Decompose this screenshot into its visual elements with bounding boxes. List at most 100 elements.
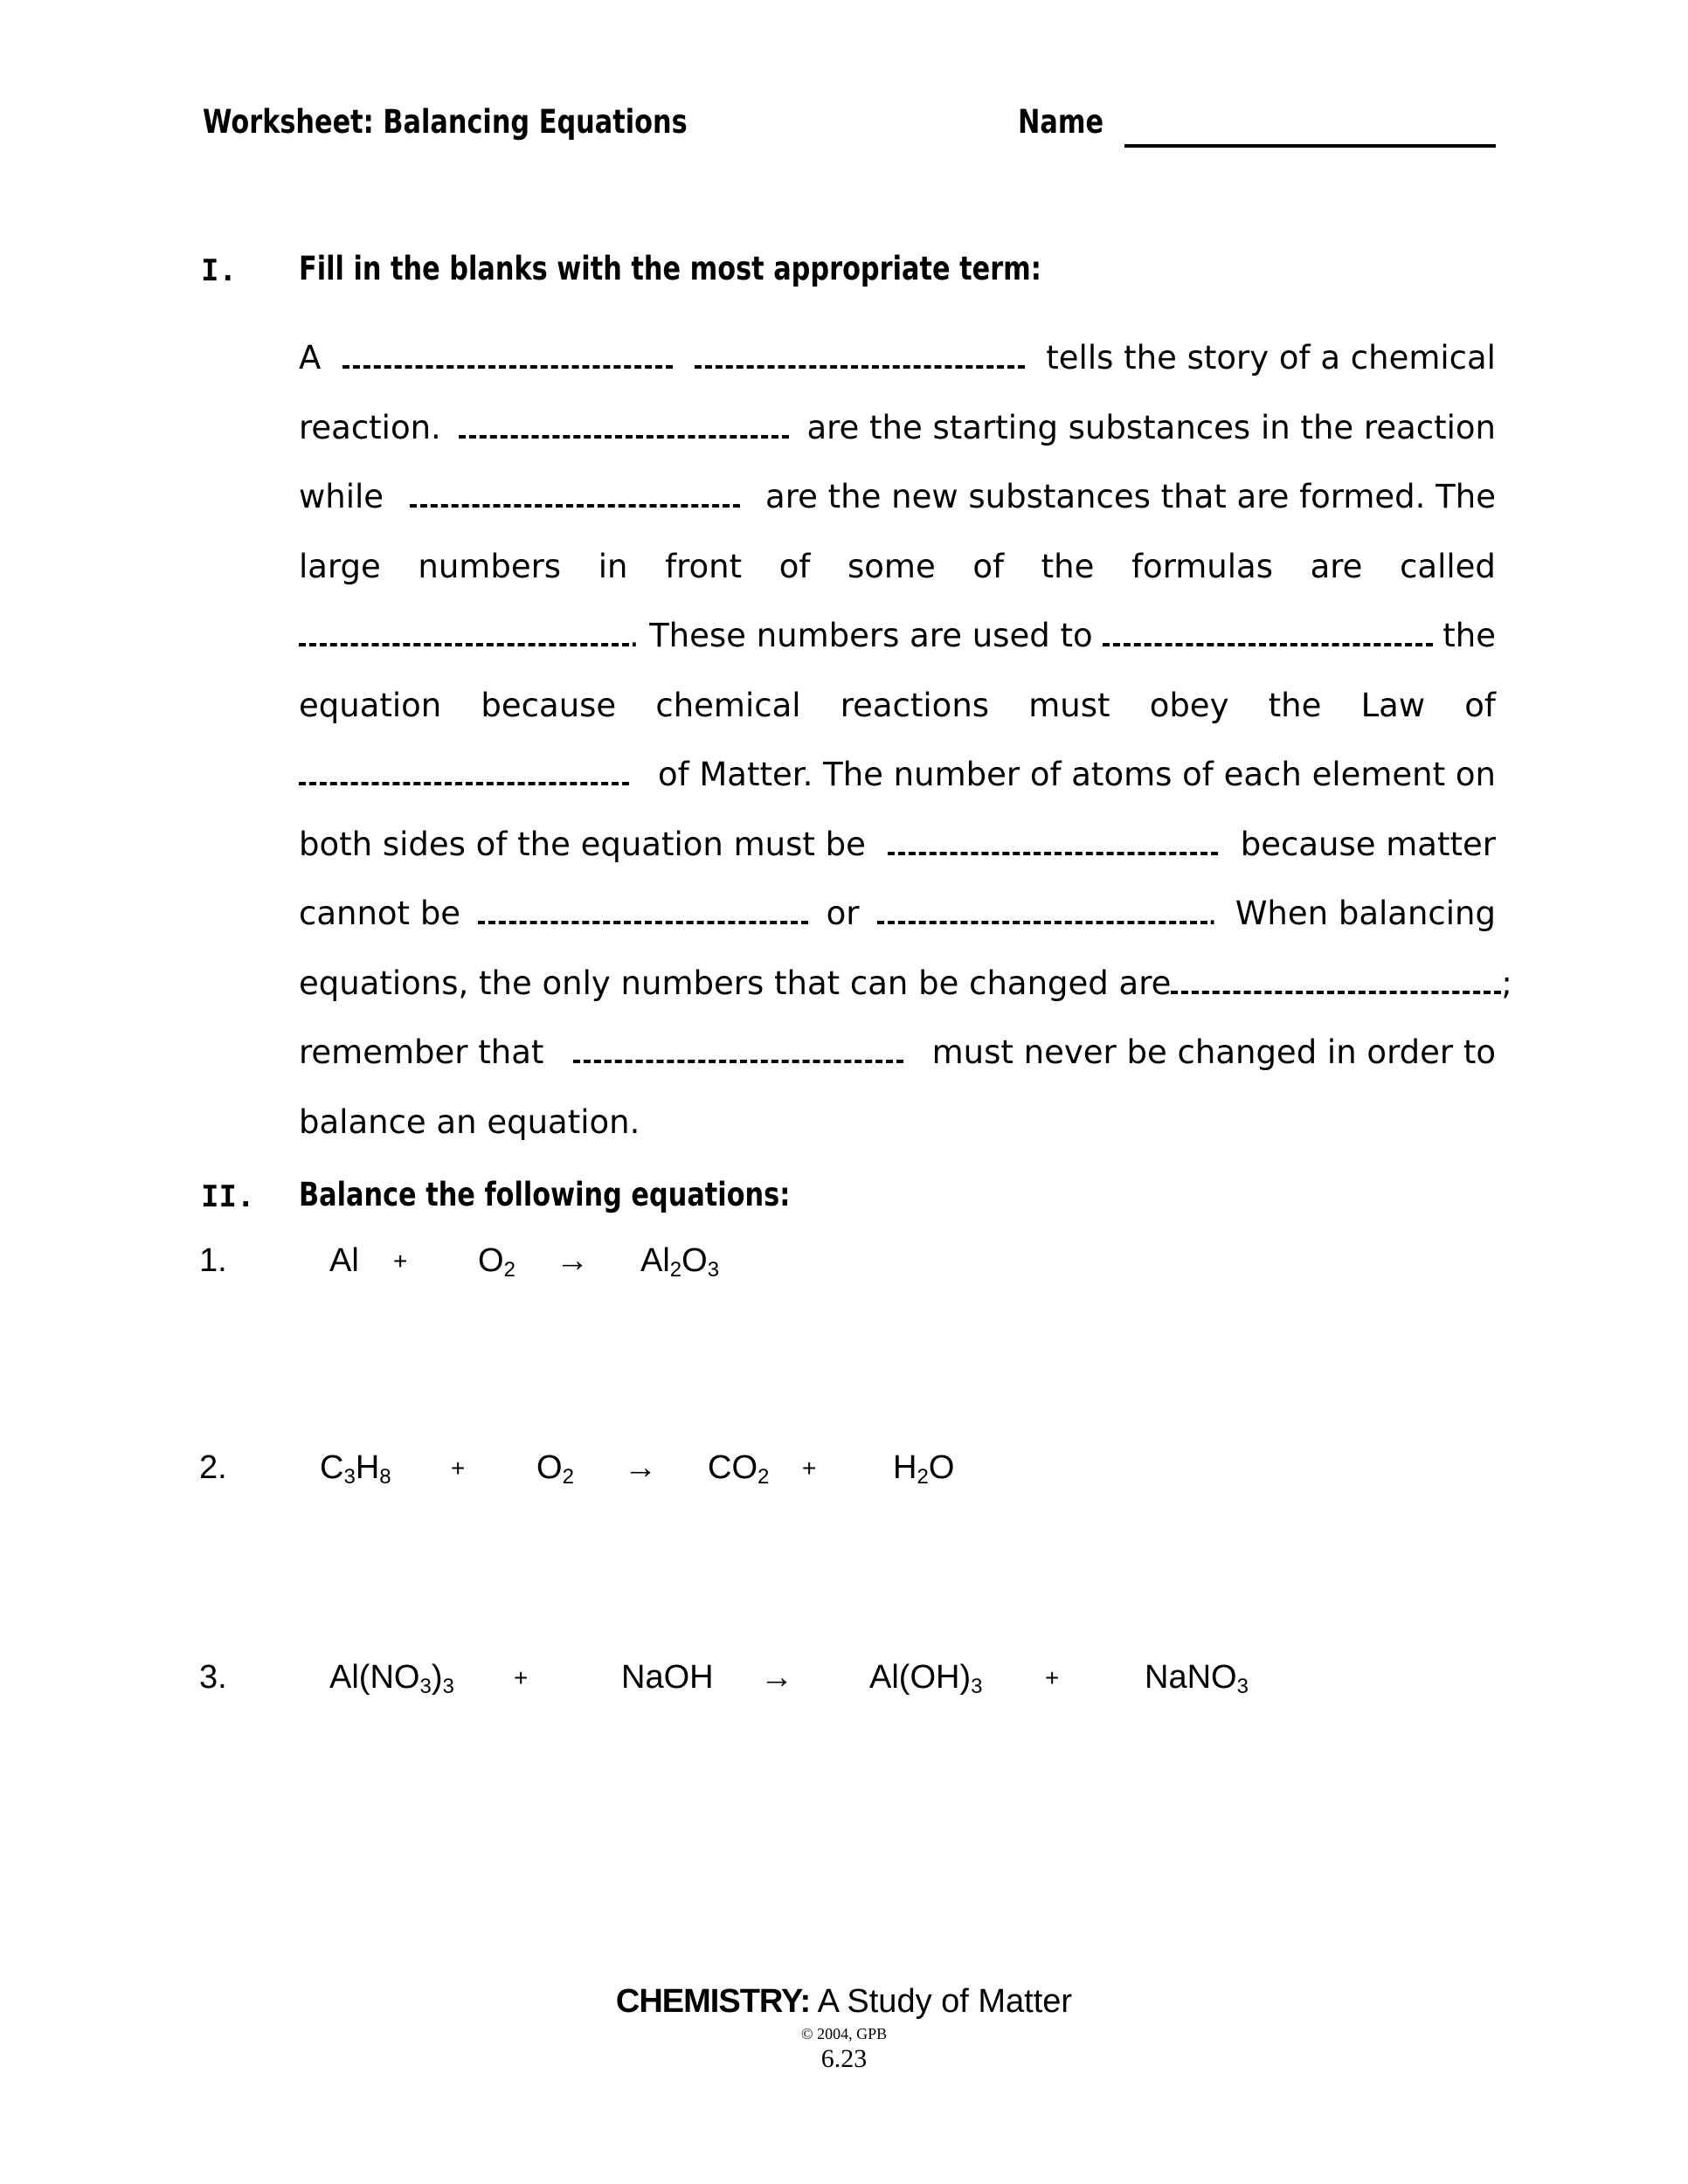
- formula-symbol: H: [893, 1449, 917, 1486]
- fill-in-blank[interactable]: [694, 339, 1025, 369]
- formula-subscript: 3: [707, 1258, 720, 1282]
- formula-symbol: Al(OH): [869, 1659, 972, 1696]
- formula-symbol: O: [928, 1449, 955, 1486]
- equation-number: 3.: [199, 1659, 227, 1696]
- paragraph-text: front: [665, 548, 743, 585]
- plus-sign: +: [393, 1248, 408, 1275]
- fill-in-blank[interactable]: [409, 478, 740, 508]
- formula-symbol: NaOH: [621, 1659, 714, 1696]
- paragraph-text: are the new substances that are formed. …: [765, 478, 1496, 515]
- fill-in-blank-group: [459, 409, 790, 446]
- fill-in-blank-group: [1102, 617, 1433, 654]
- chemical-formula: C3H8: [320, 1449, 391, 1489]
- paragraph-text: in: [598, 548, 628, 585]
- paragraph-line: equations, the only numbers that can be …: [299, 964, 1512, 1017]
- formula-subscript: 2: [503, 1258, 515, 1282]
- punctuation: ;: [1501, 964, 1512, 1002]
- fill-in-blank[interactable]: [876, 895, 1207, 924]
- paragraph-text: Law: [1360, 687, 1426, 724]
- paragraph-text: of: [778, 548, 811, 585]
- copyright: © 2004, GPB: [800, 2025, 888, 2042]
- fill-in-blank-group: [888, 826, 1219, 863]
- plus-sign: +: [451, 1455, 466, 1482]
- chemical-formula: Al(OH)3: [869, 1659, 982, 1699]
- fill-in-blank-group: [478, 895, 809, 932]
- page-number: 6.23: [820, 2044, 868, 2073]
- paragraph-text: reaction.: [299, 409, 441, 446]
- fill-in-blank-group: .: [876, 895, 1218, 932]
- paragraph-line: large numbers in front of some of the formulas ar…: [299, 548, 1496, 600]
- fill-in-blank[interactable]: [342, 339, 673, 369]
- paragraph-text: of Matter. The number of atoms of each e…: [657, 756, 1496, 793]
- formula-symbol: O: [536, 1449, 563, 1486]
- paragraph-text: obey: [1149, 687, 1229, 724]
- paragraph-text: must: [1028, 687, 1110, 724]
- fill-in-blank[interactable]: [888, 826, 1219, 855]
- paragraph-text: large: [299, 548, 381, 585]
- formula-subscript: 3: [442, 1675, 454, 1698]
- fill-in-blank[interactable]: [459, 409, 790, 439]
- paragraph-line: reaction. are the starting substances in …: [299, 409, 1496, 461]
- fill-in-blank-group: [572, 1033, 903, 1071]
- fill-in-blank-group: .: [299, 617, 640, 654]
- paragraph-text: or: [826, 895, 860, 932]
- formula-subscript: 2: [917, 1465, 929, 1489]
- name-label: Name: [1018, 103, 1104, 141]
- equation-number: 1.: [199, 1242, 227, 1279]
- paragraph-line: Atells the story of a chemical: [299, 339, 1496, 391]
- paragraph-line: remember that must never be changed in or…: [299, 1033, 1496, 1086]
- fill-in-blank[interactable]: [1171, 964, 1502, 994]
- formula-subscript: 3: [343, 1465, 356, 1489]
- formula-symbol: ): [431, 1659, 443, 1696]
- fill-in-blank[interactable]: [572, 1033, 903, 1063]
- fill-in-blank[interactable]: [299, 756, 629, 785]
- paragraph-text: These numbers are used to: [649, 617, 1093, 654]
- paragraph-line: balance an equation.: [299, 1103, 1496, 1156]
- paragraph-text: equation: [299, 687, 442, 724]
- formula-subscript: 2: [669, 1258, 682, 1282]
- fill-in-blank-group: [694, 339, 1025, 377]
- formula-symbol: NaNO: [1145, 1659, 1237, 1696]
- fill-in-blank[interactable]: [299, 617, 629, 646]
- paragraph-line: of Matter. The number of atoms of each e…: [299, 756, 1496, 808]
- yields-arrow-icon: →: [624, 1449, 657, 1486]
- fill-in-blank-group: ;: [1171, 964, 1512, 1002]
- chemical-formula: Al: [329, 1242, 359, 1280]
- plus-sign: +: [802, 1455, 817, 1482]
- paragraph-line: equation because chemical reactions must obey…: [299, 687, 1496, 739]
- paragraph-text: tells the story of a chemical: [1046, 339, 1496, 377]
- fill-in-blank[interactable]: [1102, 617, 1433, 646]
- paragraph-text: the: [1041, 548, 1095, 585]
- section-1-heading: Fill in the blanks with the most appropr…: [299, 250, 1041, 287]
- paragraph-line: . These numbers are used to the: [299, 617, 1496, 669]
- paragraph-text: the: [1268, 687, 1322, 724]
- paragraph-text: of: [972, 548, 1005, 585]
- book-title-bold: CHEMISTRY:: [615, 1983, 811, 2020]
- paragraph-text: must never be changed in order to: [931, 1033, 1496, 1071]
- chemical-formula: NaNO3: [1145, 1659, 1249, 1699]
- formula-symbol: O: [478, 1242, 504, 1279]
- paragraph-text: A: [299, 339, 322, 377]
- section-2-numeral: II.: [201, 1179, 255, 1214]
- paragraph-text: numbers: [418, 548, 562, 585]
- formula-subscript: 3: [419, 1675, 432, 1698]
- book-title: CHEMISTRY: A Study of Matter: [0, 1983, 1688, 2021]
- formula-subscript: 2: [758, 1465, 770, 1489]
- name-input-line[interactable]: [1124, 144, 1496, 148]
- formula-symbol: Al: [640, 1242, 670, 1279]
- worksheet-title: Worksheet: Balancing Equations: [203, 103, 688, 141]
- section-1-numeral: I.: [201, 253, 237, 288]
- paragraph-text: chemical: [655, 687, 801, 724]
- fill-in-blank-group: [299, 756, 629, 793]
- paragraph-text: formulas: [1131, 548, 1273, 585]
- fill-in-blank[interactable]: [478, 895, 809, 924]
- chemical-formula: Al(NO3)3: [329, 1659, 454, 1699]
- paragraph-text: while: [299, 478, 384, 515]
- chemical-formula: H2O: [893, 1449, 954, 1489]
- paragraph-line: both sides of the equation must be becaus…: [299, 826, 1496, 878]
- formula-symbol: H: [355, 1449, 380, 1486]
- paragraph-text: balance an equation.: [299, 1103, 640, 1141]
- chemical-formula: CO2: [708, 1449, 769, 1489]
- paragraph-text: reactions: [840, 687, 990, 724]
- paragraph-text: cannot be: [299, 895, 461, 932]
